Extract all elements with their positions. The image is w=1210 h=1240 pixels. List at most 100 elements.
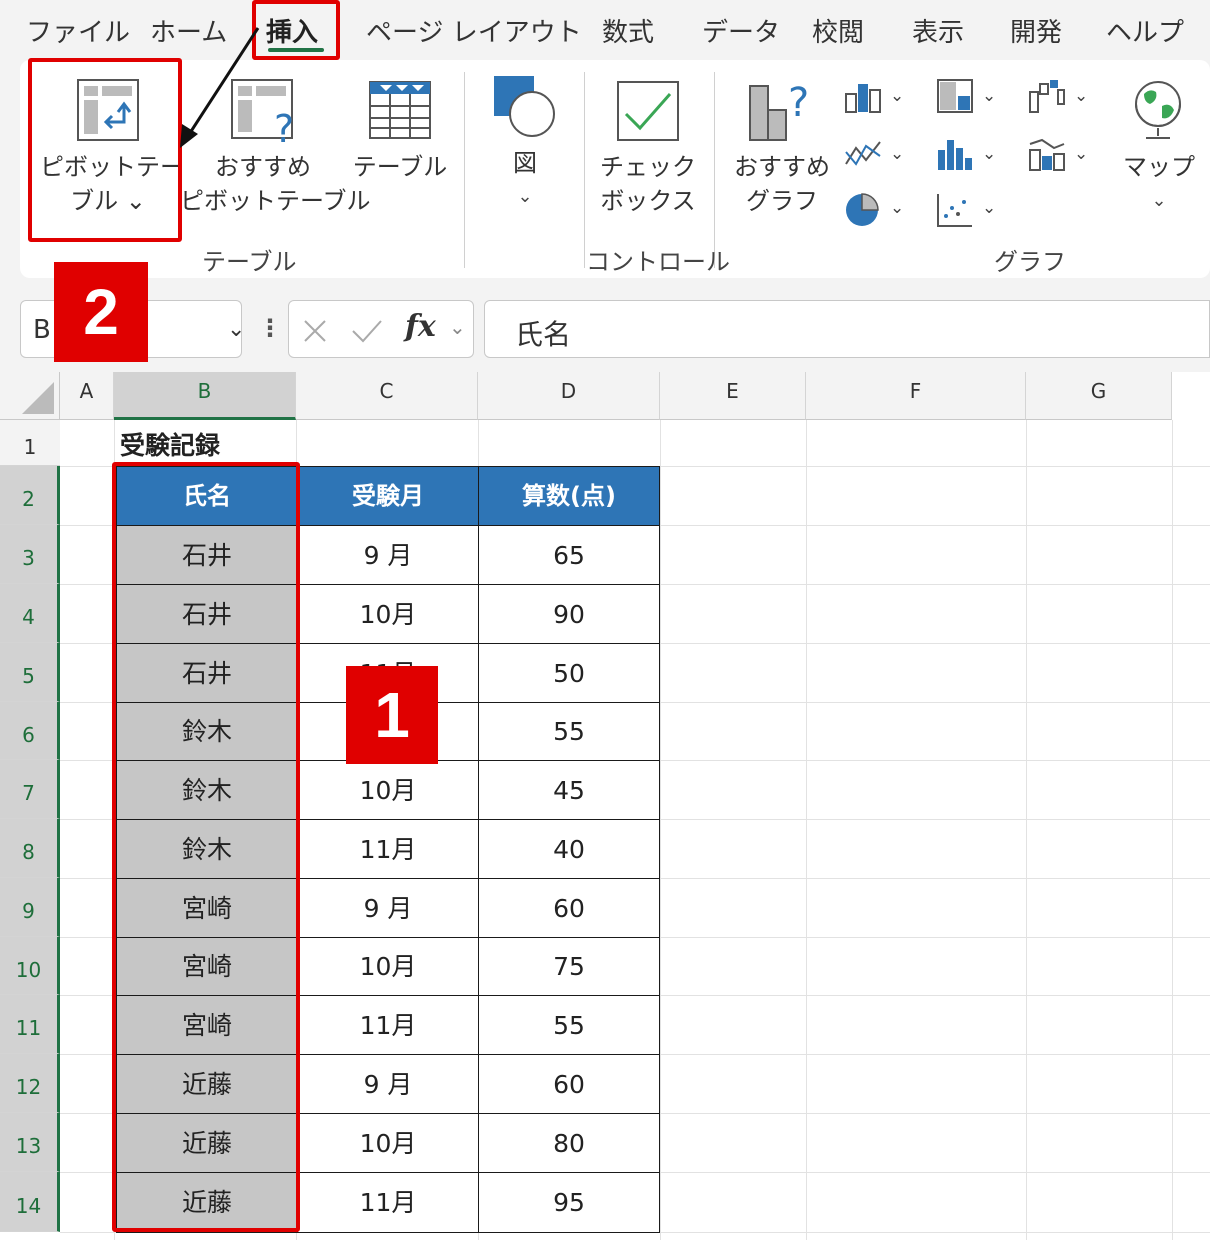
header-math-score[interactable]: 算数(点): [478, 466, 660, 526]
combo-chart-icon[interactable]: [1028, 136, 1066, 176]
column-header-d[interactable]: D: [478, 372, 660, 420]
row-header-5[interactable]: 5: [0, 643, 60, 702]
cell-score[interactable]: 55: [478, 995, 660, 1055]
column-chart-icon[interactable]: [844, 80, 882, 118]
chevron-down-icon[interactable]: ⌄: [1074, 144, 1088, 164]
group-separator: [584, 72, 585, 268]
row-header-13[interactable]: 13: [0, 1113, 60, 1172]
row-header-10[interactable]: 10: [0, 937, 60, 995]
checkbox-button[interactable]: チェック ボックス: [596, 150, 700, 218]
header-month[interactable]: 受験月: [297, 466, 479, 526]
row-header-4[interactable]: 4: [0, 584, 60, 643]
row-header-1[interactable]: 1: [0, 420, 60, 466]
tab-review[interactable]: 校閲: [812, 12, 864, 49]
checkbox-label-1: チェック: [600, 153, 696, 181]
cell-month[interactable]: 10月: [297, 760, 479, 820]
cell-month[interactable]: 9 月: [297, 1054, 479, 1114]
highlight-selection: [112, 462, 300, 1232]
gridline-vertical: [660, 420, 661, 1240]
insert-function-icon[interactable]: fx: [405, 309, 436, 344]
cell-score[interactable]: 90: [478, 584, 660, 644]
recommended-chart-button[interactable]: おすすめ グラフ: [730, 150, 834, 218]
step-badge-1: 1: [346, 666, 438, 764]
checkbox-icon: [616, 80, 680, 146]
more-options-icon[interactable]: ⋮: [258, 314, 282, 342]
row-header-2[interactable]: 2: [0, 466, 60, 525]
gridline-vertical: [806, 420, 807, 1240]
pie-chart-icon[interactable]: [844, 192, 882, 232]
tab-view[interactable]: 表示: [912, 12, 964, 49]
chevron-down-icon[interactable]: ⌄: [890, 144, 904, 164]
row-header-7[interactable]: 7: [0, 760, 60, 819]
checkbox-label-2: ボックス: [600, 187, 696, 215]
cell-score[interactable]: 50: [478, 643, 660, 703]
cell-score[interactable]: 60: [478, 1054, 660, 1114]
cell-month[interactable]: 11月: [297, 995, 479, 1055]
chevron-down-icon[interactable]: ⌄: [890, 198, 904, 218]
recommended-chart-label-2: グラフ: [746, 187, 818, 215]
cell-month[interactable]: 10月: [297, 584, 479, 644]
cell-score[interactable]: 60: [478, 878, 660, 938]
line-chart-icon[interactable]: [844, 138, 882, 176]
chevron-down-icon[interactable]: ⌄: [227, 317, 245, 342]
cell-score[interactable]: 55: [478, 702, 660, 761]
row-header-8[interactable]: 8: [0, 819, 60, 878]
cell-score[interactable]: 75: [478, 937, 660, 996]
cell-month[interactable]: 10月: [297, 1113, 479, 1173]
tab-file[interactable]: ファイル: [26, 12, 130, 49]
tab-page-layout[interactable]: ページ レイアウト: [366, 12, 582, 49]
cell-score[interactable]: 65: [478, 525, 660, 585]
tab-formulas[interactable]: 数式: [602, 12, 654, 49]
svg-text:?: ?: [788, 80, 809, 126]
row-header-14[interactable]: 14: [0, 1172, 60, 1232]
confirm-icon[interactable]: [351, 317, 383, 345]
tab-developer[interactable]: 開発: [1010, 12, 1062, 49]
column-header-e[interactable]: E: [660, 372, 806, 420]
select-all-corner[interactable]: [0, 372, 60, 420]
sheet-title[interactable]: 受験記録: [120, 426, 220, 462]
chevron-down-icon[interactable]: ⌄: [982, 198, 996, 218]
formula-input[interactable]: 氏名: [484, 300, 1210, 358]
column-header-c[interactable]: C: [296, 372, 478, 420]
cell-score[interactable]: 80: [478, 1113, 660, 1173]
formula-controls: fx ⌄: [288, 300, 474, 358]
cell-score[interactable]: 40: [478, 819, 660, 879]
column-header-b[interactable]: B: [114, 372, 296, 420]
table-button[interactable]: テーブル: [350, 150, 450, 184]
gridline-vertical: [1172, 420, 1173, 1240]
row-header-11[interactable]: 11: [0, 995, 60, 1054]
hierarchy-chart-icon[interactable]: [936, 78, 974, 118]
cell-score[interactable]: 45: [478, 760, 660, 820]
statistic-chart-icon[interactable]: [936, 138, 974, 176]
row-header-12[interactable]: 12: [0, 1054, 60, 1113]
shapes-icon: [492, 74, 558, 144]
column-header-g[interactable]: G: [1026, 372, 1172, 420]
cancel-icon[interactable]: [301, 317, 329, 345]
group-separator: [714, 72, 715, 268]
column-header-f[interactable]: F: [806, 372, 1026, 420]
cell-score[interactable]: 95: [478, 1172, 660, 1233]
recommended-pivot-button[interactable]: おすすめ ピボットテーブル: [180, 150, 371, 218]
chevron-down-icon[interactable]: ⌄: [449, 315, 466, 339]
chevron-down-icon: ⌄: [1151, 190, 1167, 211]
row-header-9[interactable]: 9: [0, 878, 60, 937]
cell-month[interactable]: 10月: [297, 937, 479, 996]
chevron-down-icon[interactable]: ⌄: [890, 86, 904, 106]
scatter-chart-icon[interactable]: [936, 192, 974, 232]
tab-help[interactable]: ヘルプ: [1106, 12, 1184, 49]
cell-month[interactable]: 11月: [297, 1172, 479, 1233]
waterfall-chart-icon[interactable]: [1028, 78, 1066, 118]
row-header-3[interactable]: 3: [0, 525, 60, 584]
chevron-down-icon[interactable]: ⌄: [982, 144, 996, 164]
cell-month[interactable]: 9 月: [297, 878, 479, 938]
column-header-a[interactable]: A: [60, 372, 114, 420]
chevron-down-icon[interactable]: ⌄: [1074, 86, 1088, 106]
chevron-down-icon[interactable]: ⌄: [982, 86, 996, 106]
cell-month[interactable]: 9 月: [297, 525, 479, 585]
row-header-6[interactable]: 6: [0, 702, 60, 760]
tab-data[interactable]: データ: [702, 12, 780, 49]
map-button[interactable]: マップ ⌄: [1120, 150, 1198, 218]
globe-icon: [1130, 76, 1186, 148]
shapes-button[interactable]: 図 ⌄: [498, 146, 552, 214]
cell-month[interactable]: 11月: [297, 819, 479, 879]
